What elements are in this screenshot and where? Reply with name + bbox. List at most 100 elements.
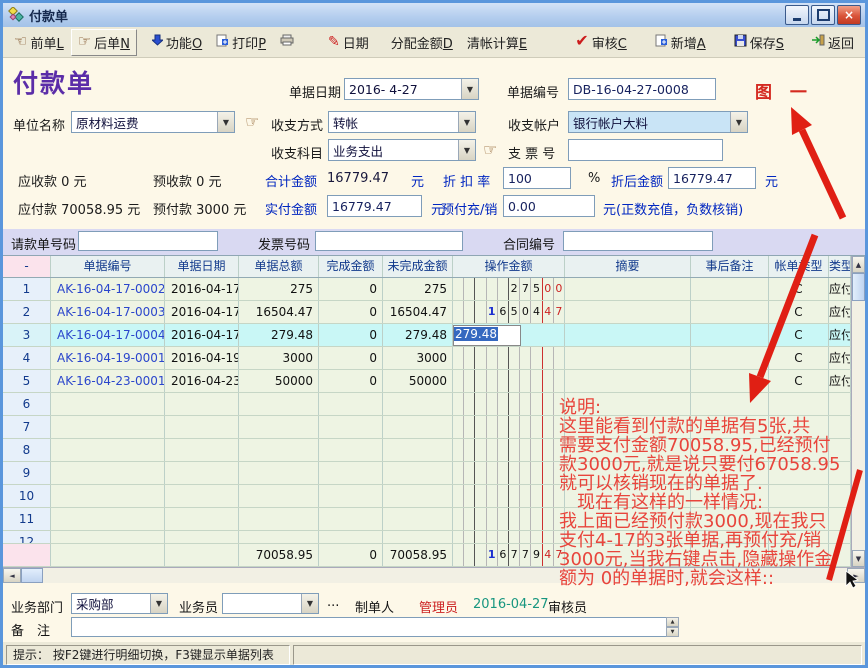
scrollbar-track[interactable] xyxy=(852,301,865,550)
cell-done-amount[interactable] xyxy=(319,393,383,415)
cell-done-amount[interactable]: 0 xyxy=(319,278,383,300)
cheque-no-input[interactable] xyxy=(568,139,723,161)
cell-done-amount[interactable] xyxy=(319,508,383,530)
cell-category[interactable] xyxy=(829,439,851,461)
cell-operation-amount[interactable]: 1650447 xyxy=(453,301,565,323)
prepay-offset-input[interactable] xyxy=(503,195,595,217)
cell-doc-code[interactable] xyxy=(51,485,165,507)
cell-category[interactable] xyxy=(829,462,851,484)
amount-digit-grid[interactable] xyxy=(453,370,564,392)
close-button[interactable]: × xyxy=(837,5,861,25)
cell-doc-date[interactable]: 2016-04-23 xyxy=(165,370,239,392)
cell-doc-total[interactable]: 279.48 xyxy=(239,324,319,346)
cell-undone-amount[interactable] xyxy=(383,531,453,543)
chevron-down-icon[interactable]: ▼ xyxy=(150,594,167,613)
amount-digit-grid[interactable] xyxy=(453,531,564,543)
discount-rate-input[interactable] xyxy=(503,167,571,189)
cell-doc-total[interactable]: 3000 xyxy=(239,347,319,369)
amount-digit-grid[interactable] xyxy=(453,347,564,369)
printer-button[interactable] xyxy=(273,30,301,54)
cell-doc-code[interactable] xyxy=(51,531,165,543)
hand-pointer-icon[interactable]: ☞ xyxy=(483,140,497,159)
save-button[interactable]: 保存S xyxy=(727,29,791,56)
cell-done-amount[interactable]: 0 xyxy=(319,370,383,392)
cell-summary[interactable] xyxy=(565,324,691,346)
scroll-right-icon[interactable]: ► xyxy=(847,568,865,583)
cell-after-note[interactable] xyxy=(691,416,769,438)
cell-doc-date[interactable]: 2016-04-17 xyxy=(165,324,239,346)
cell-row-number[interactable]: 11 xyxy=(3,508,51,530)
cell-operation-amount[interactable] xyxy=(453,485,565,507)
cell-operation-amount[interactable] xyxy=(453,393,565,415)
amount-digit-grid[interactable]: 1650447 xyxy=(453,301,564,323)
cell-doc-code[interactable] xyxy=(51,508,165,530)
cell-operation-amount[interactable]: 27500 xyxy=(453,278,565,300)
cell-account-type[interactable]: C xyxy=(769,324,829,346)
cell-category[interactable]: 应付 xyxy=(829,347,851,369)
cell-doc-code[interactable] xyxy=(51,416,165,438)
cell-doc-total[interactable] xyxy=(239,393,319,415)
cell-account-type[interactable] xyxy=(769,439,829,461)
cell-operation-amount[interactable]: 279.48 xyxy=(453,324,565,346)
cell-operation-amount[interactable] xyxy=(453,439,565,461)
cell-doc-date[interactable]: 2016-04-17 xyxy=(165,301,239,323)
cell-after-note[interactable] xyxy=(691,347,769,369)
cell-undone-amount[interactable] xyxy=(383,462,453,484)
cell-row-number[interactable]: 7 xyxy=(3,416,51,438)
contract-no-input[interactable] xyxy=(563,231,713,251)
cell-after-note[interactable] xyxy=(691,485,769,507)
return-button[interactable]: 返回 xyxy=(805,29,861,56)
cell-category[interactable] xyxy=(829,508,851,530)
dept-combo[interactable]: 采购部▼ xyxy=(71,593,168,614)
cell-row-number[interactable]: 9 xyxy=(3,462,51,484)
cell-doc-code[interactable]: AK-16-04-19-0001 xyxy=(51,347,165,369)
cell-done-amount[interactable] xyxy=(319,531,383,543)
cell-operation-amount[interactable] xyxy=(453,370,565,392)
amount-digit-grid[interactable] xyxy=(453,393,564,415)
cell-done-amount[interactable]: 0 xyxy=(319,324,383,346)
cell-summary[interactable] xyxy=(565,462,691,484)
cell-doc-code[interactable] xyxy=(51,462,165,484)
cell-row-number[interactable]: 6 xyxy=(3,393,51,415)
cell-after-note[interactable] xyxy=(691,508,769,530)
spin-down-icon[interactable]: ▼ xyxy=(666,627,679,637)
spin-up-icon[interactable]: ▲ xyxy=(666,617,679,627)
amount-digit-grid[interactable] xyxy=(453,439,564,461)
amount-digit-grid[interactable]: 1677947 xyxy=(453,544,564,566)
cell-row-number[interactable]: 3 xyxy=(3,324,51,346)
cell-after-note[interactable] xyxy=(691,393,769,415)
cell-summary[interactable] xyxy=(565,301,691,323)
amount-digit-grid[interactable] xyxy=(453,508,564,530)
cell-operation-amount[interactable] xyxy=(453,531,565,543)
cell-doc-total[interactable] xyxy=(239,462,319,484)
amount-digit-grid[interactable] xyxy=(453,416,564,438)
vertical-scrollbar[interactable]: ▲ ▼ xyxy=(851,256,865,567)
actual-amount-input[interactable] xyxy=(327,195,422,217)
unit-combo[interactable]: 原材料运费▼ xyxy=(71,111,235,133)
pay-account-combo[interactable]: 银行帐户大料▼ xyxy=(568,111,748,133)
cell-row-number[interactable]: 1 xyxy=(3,278,51,300)
audit-button[interactable]: ✔审核C xyxy=(568,29,634,56)
cell-after-note[interactable] xyxy=(691,462,769,484)
cell-category[interactable]: 应付 xyxy=(829,301,851,323)
cell-category[interactable] xyxy=(829,393,851,415)
cell-undone-amount[interactable] xyxy=(383,393,453,415)
cell-account-type[interactable] xyxy=(769,416,829,438)
prev-doc-button[interactable]: ☜前单L xyxy=(7,29,71,56)
scrollbar-thumb[interactable] xyxy=(21,568,43,583)
chevron-down-icon[interactable]: ▼ xyxy=(461,79,478,99)
cell-account-type[interactable] xyxy=(769,393,829,415)
minimize-button[interactable] xyxy=(785,5,809,25)
cell-summary[interactable] xyxy=(565,531,691,543)
scroll-down-icon[interactable]: ▼ xyxy=(852,550,865,567)
cell-doc-code[interactable] xyxy=(51,393,165,415)
cell-undone-amount[interactable]: 16504.47 xyxy=(383,301,453,323)
cell-done-amount[interactable] xyxy=(319,416,383,438)
cell-summary[interactable] xyxy=(565,278,691,300)
clerk-combo[interactable]: ▼ xyxy=(222,593,319,614)
cell-doc-date[interactable] xyxy=(165,485,239,507)
cell-summary[interactable] xyxy=(565,485,691,507)
cell-undone-amount[interactable]: 279.48 xyxy=(383,324,453,346)
print-button[interactable]: 打印P xyxy=(209,29,273,56)
pay-subject-combo[interactable]: 业务支出▼ xyxy=(328,139,476,161)
